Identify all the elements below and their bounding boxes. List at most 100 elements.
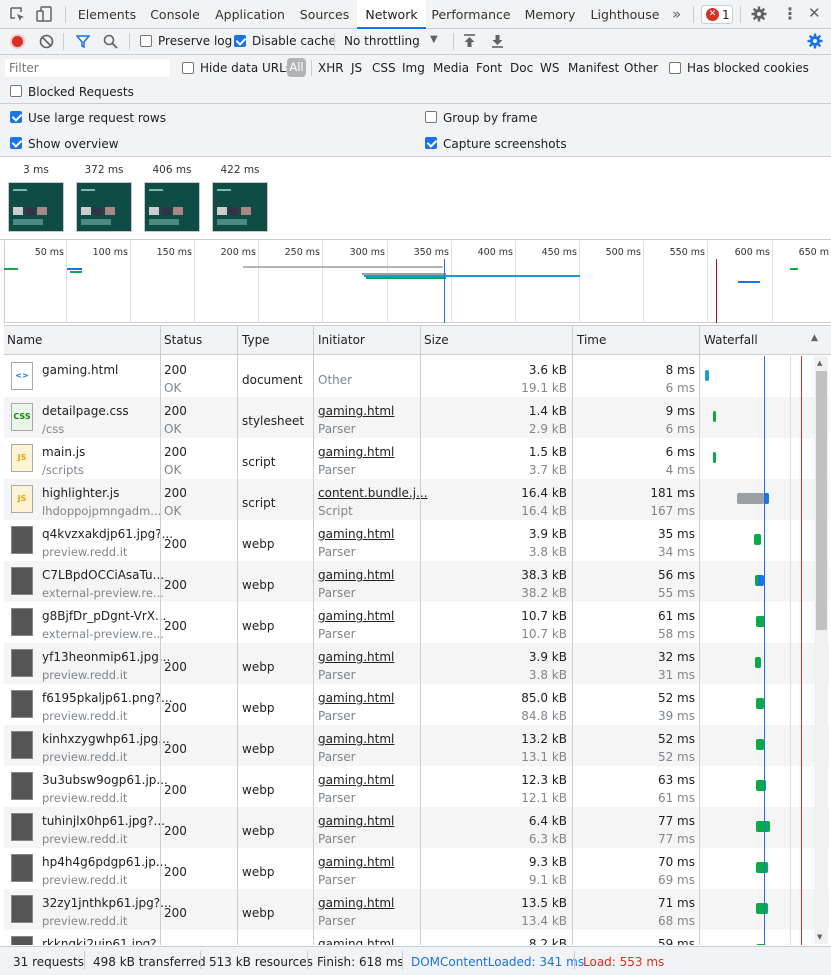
request-row[interactable]: JS highlighter.js lhdoppojpmngadm... 200 OK s… [4, 479, 829, 520]
show-overview-checkbox[interactable] [10, 137, 22, 149]
scroll-down-icon[interactable]: ▼ [817, 933, 822, 941]
download-har-icon[interactable] [491, 34, 504, 48]
filter-other-button[interactable]: Other [624, 61, 658, 75]
close-icon[interactable]: ✕ [808, 4, 821, 22]
scroll-up-icon[interactable]: ▲ [817, 359, 822, 367]
column-time-header[interactable]: Time [577, 333, 606, 347]
request-name[interactable]: tuhinjlx0hp61.jpg?... [42, 814, 165, 828]
filter-manifest-button[interactable]: Manifest [568, 61, 619, 75]
record-icon[interactable] [10, 34, 25, 49]
request-name[interactable]: kinhxzygwhp61.jpg... [42, 732, 170, 746]
screenshot-thumbnail[interactable] [144, 182, 200, 232]
column-type-header[interactable]: Type [242, 333, 270, 347]
initiator-link[interactable]: gaming.html [318, 773, 394, 787]
filter-css-button[interactable]: CSS [372, 61, 396, 75]
request-name[interactable]: C7LBpdOCCiAsaTu... [42, 568, 164, 582]
request-name[interactable]: g8BjfDr_pDgnt-VrX... [42, 609, 166, 623]
has-blocked-cookies-checkbox[interactable] [669, 62, 681, 74]
request-row[interactable]: kinhxzygwhp61.jpg... preview.redd.it 200 we… [4, 725, 829, 766]
initiator-link[interactable]: content.bundle.j... [318, 486, 428, 500]
tab-elements[interactable]: Elements [71, 0, 143, 29]
search-icon[interactable] [103, 34, 118, 49]
filter-media-button[interactable]: Media [433, 61, 469, 75]
request-name[interactable]: highlighter.js [42, 486, 119, 500]
request-row[interactable]: yf13heonmip61.jpg... preview.redd.it 200 we… [4, 643, 829, 684]
request-name[interactable]: main.js [42, 445, 85, 459]
hide-data-urls-checkbox[interactable] [182, 62, 194, 74]
filter-font-button[interactable]: Font [476, 61, 502, 75]
column-initiator-header[interactable]: Initiator [318, 333, 365, 347]
initiator-link[interactable]: gaming.html [318, 445, 394, 459]
filter-doc-button[interactable]: Doc [510, 61, 533, 75]
initiator-link[interactable]: gaming.html [318, 732, 394, 746]
request-name[interactable]: detailpage.css [42, 404, 129, 418]
network-settings-gear-icon[interactable] [807, 33, 823, 49]
settings-gear-icon[interactable] [751, 6, 767, 22]
request-row[interactable]: q4kvzxakdjp61.jpg?... preview.redd.it 200 w… [4, 520, 829, 561]
initiator-link[interactable]: gaming.html [318, 814, 394, 828]
request-row[interactable]: CSS detailpage.css/css 200 OK stylesheet gami… [4, 397, 829, 438]
request-row[interactable]: hp4h4g6pdgp61.jp... preview.redd.it 200 web… [4, 848, 829, 889]
preserve-log-checkbox[interactable] [140, 35, 152, 47]
tab-memory[interactable]: Memory [517, 0, 583, 29]
upload-har-icon[interactable] [463, 34, 476, 48]
tab-lighthouse[interactable]: Lighthouse [585, 0, 665, 29]
request-name[interactable]: 3u3ubsw9ogp61.jp... [42, 773, 168, 787]
sort-ascending-icon[interactable]: ▲ [811, 333, 818, 343]
error-counter[interactable]: ✕ 1 [701, 5, 733, 24]
scrollbar-thumb[interactable] [816, 371, 827, 630]
filter-all-button[interactable]: All [287, 58, 306, 77]
initiator-link[interactable]: gaming.html [318, 527, 394, 541]
column-waterfall-header[interactable]: Waterfall [704, 333, 758, 347]
inspect-element-icon[interactable] [9, 6, 26, 23]
tab-performance[interactable]: Performance [427, 0, 515, 29]
chevron-down-icon[interactable]: ▼ [430, 34, 438, 45]
tab-sources[interactable]: Sources [293, 0, 356, 29]
request-row[interactable]: 32zy1jnthkp61.jpg?... preview.redd.it 200 w… [4, 889, 829, 930]
screenshot-thumbnail[interactable] [212, 182, 268, 232]
disable-cache-checkbox[interactable] [234, 35, 246, 47]
tab-application[interactable]: Application [207, 0, 293, 29]
screenshot-thumbnail[interactable] [8, 182, 64, 232]
blocked-requests-checkbox[interactable] [10, 85, 22, 97]
group-by-frame-checkbox[interactable] [425, 111, 437, 123]
clear-icon[interactable] [39, 34, 54, 49]
request-row[interactable]: <> gaming.html 200 OK document Other 3.6 kB 19.… [4, 356, 829, 397]
filter-img-button[interactable]: Img [402, 61, 425, 75]
filter-js-button[interactable]: JS [351, 61, 362, 75]
screenshot-thumbnail[interactable] [76, 182, 132, 232]
throttling-select[interactable]: No throttling [344, 34, 420, 48]
kebab-menu-icon[interactable]: ⋮ [782, 4, 798, 23]
request-name[interactable]: hp4h4g6pdgp61.jp... [42, 855, 167, 869]
request-row[interactable]: g8BjfDr_pDgnt-VrX... external-preview.re.… [4, 602, 829, 643]
more-tabs-icon[interactable]: » [672, 5, 681, 23]
initiator-link[interactable]: gaming.html [318, 855, 394, 869]
initiator-link[interactable]: gaming.html [318, 937, 394, 945]
large-rows-checkbox[interactable] [10, 111, 22, 123]
request-name[interactable]: rkkngki2ujp61.jpg?... [42, 937, 168, 945]
filter-funnel-icon[interactable] [76, 35, 90, 48]
request-name[interactable]: q4kvzxakdjp61.jpg?... [42, 527, 173, 541]
capture-screenshots-checkbox[interactable] [425, 137, 437, 149]
request-row[interactable]: rkkngki2ujp61.jpg?... gaming.html 8.2 kB 59… [4, 930, 829, 945]
request-row[interactable]: f6195pkaljp61.png?... preview.redd.it 200 w… [4, 684, 829, 725]
column-name-header[interactable]: Name [7, 333, 42, 347]
filter-input[interactable] [5, 59, 170, 77]
initiator-link[interactable]: gaming.html [318, 650, 394, 664]
request-name[interactable]: yf13heonmip61.jpg... [42, 650, 170, 664]
request-name[interactable]: f6195pkaljp61.png?... [42, 691, 173, 705]
initiator-link[interactable]: gaming.html [318, 404, 394, 418]
tab-network[interactable]: Network [357, 0, 426, 29]
initiator-link[interactable]: gaming.html [318, 568, 394, 582]
request-row[interactable]: tuhinjlx0hp61.jpg?... preview.redd.it 200 w… [4, 807, 829, 848]
request-row[interactable]: C7LBpdOCCiAsaTu... external-preview.re...… [4, 561, 829, 602]
column-status-header[interactable]: Status [164, 333, 202, 347]
request-name[interactable]: 32zy1jnthkp61.jpg?... [42, 896, 172, 910]
request-row[interactable]: JS main.js/scripts 200 OK script gaming.html P… [4, 438, 829, 479]
device-toolbar-icon[interactable] [35, 5, 53, 23]
filter-xhr-button[interactable]: XHR [318, 61, 344, 75]
request-row[interactable]: 3u3ubsw9ogp61.jp... preview.redd.it 200 web… [4, 766, 829, 807]
initiator-link[interactable]: gaming.html [318, 691, 394, 705]
filter-ws-button[interactable]: WS [540, 61, 559, 75]
request-name[interactable]: gaming.html [42, 363, 118, 377]
